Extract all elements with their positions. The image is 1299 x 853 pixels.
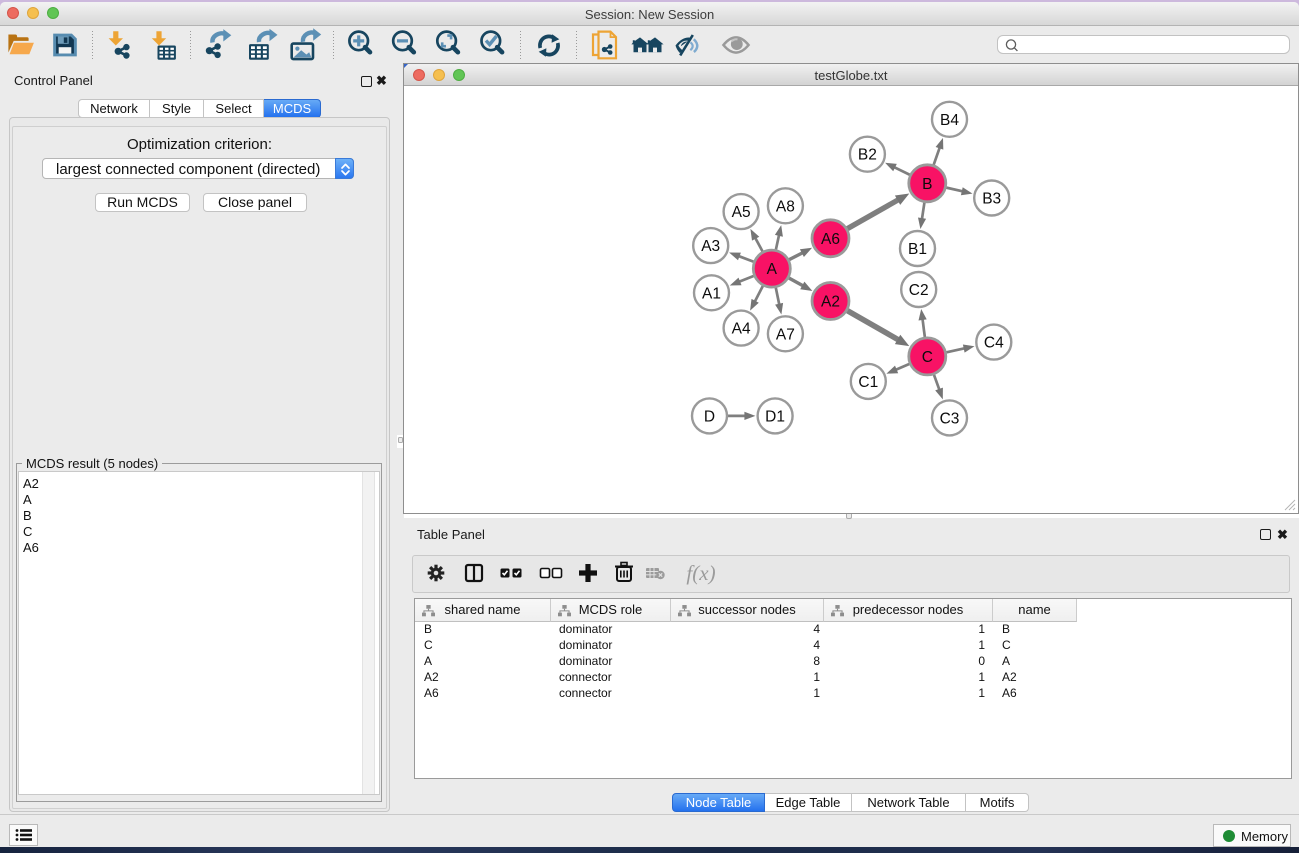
- svg-text:B4: B4: [940, 112, 959, 129]
- svg-text:A2: A2: [821, 294, 840, 311]
- svg-text:A1: A1: [702, 285, 721, 302]
- svg-text:A: A: [767, 261, 778, 278]
- svg-text:A7: A7: [776, 326, 795, 343]
- svg-text:C3: C3: [940, 410, 960, 427]
- svg-text:A5: A5: [732, 204, 751, 221]
- svg-text:B: B: [922, 176, 932, 193]
- svg-text:C2: C2: [909, 282, 929, 299]
- svg-text:A4: A4: [732, 321, 751, 338]
- svg-text:B3: B3: [982, 191, 1001, 208]
- svg-text:B1: B1: [908, 241, 927, 258]
- svg-text:C4: C4: [984, 335, 1004, 352]
- svg-text:A3: A3: [701, 238, 720, 255]
- svg-text:C: C: [922, 349, 933, 366]
- svg-text:f(x): f(x): [686, 561, 715, 585]
- svg-text:C1: C1: [858, 374, 878, 391]
- svg-text:B2: B2: [858, 147, 877, 164]
- svg-text:A6: A6: [821, 231, 840, 248]
- svg-text:A8: A8: [776, 198, 795, 215]
- svg-text:D: D: [704, 408, 715, 425]
- svg-text:D1: D1: [765, 408, 785, 425]
